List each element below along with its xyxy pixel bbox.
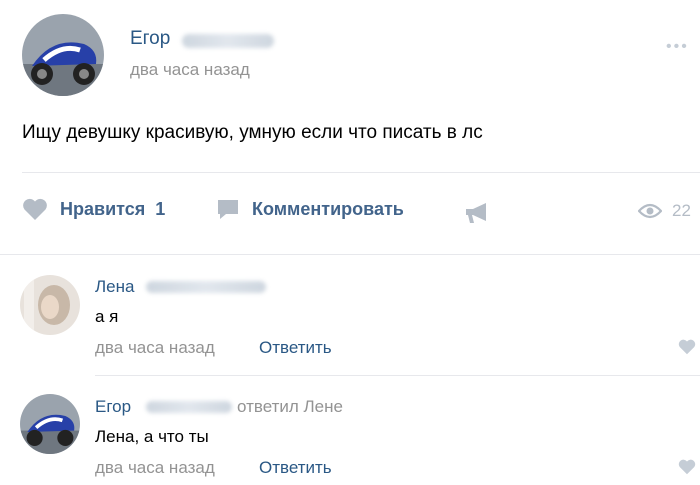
like-count: 1 <box>155 199 166 219</box>
comment-button[interactable]: Комментировать <box>216 198 404 221</box>
comment-label: Комментировать <box>252 199 404 219</box>
comment-text: а я <box>95 307 119 326</box>
blurred-surname <box>146 281 266 293</box>
more-dots-icon[interactable]: ••• <box>666 38 689 56</box>
comment-timestamp[interactable]: два часа назад <box>95 338 215 358</box>
divider <box>95 375 700 376</box>
wall-post: Егор два часа назад ••• Ищу девушку крас… <box>0 0 700 485</box>
heart-icon <box>23 198 47 220</box>
like-label: Нравится <box>60 199 146 219</box>
comment-text: Лена, а что ты <box>95 427 209 446</box>
comment-timestamp[interactable]: два часа назад <box>95 458 215 478</box>
comment-author-name[interactable]: Лена <box>95 277 134 297</box>
comment-author-avatar[interactable] <box>20 394 80 454</box>
like-button[interactable]: Нравится 1 <box>22 198 165 221</box>
replied-to-label[interactable]: ответил Лене <box>237 397 343 417</box>
eye-icon <box>638 203 662 219</box>
divider <box>0 254 700 255</box>
heart-icon[interactable] <box>678 459 696 475</box>
divider <box>22 172 700 173</box>
heart-icon[interactable] <box>678 339 696 355</box>
reply-link[interactable]: Ответить <box>259 458 332 478</box>
comment-author-name[interactable]: Егор <box>95 397 131 417</box>
blurred-surname <box>146 401 232 413</box>
megaphone-share-icon[interactable] <box>464 202 490 224</box>
post-text: Ищу девушку красивую, умную если что пис… <box>22 122 483 143</box>
comment-bubble-icon <box>218 200 238 219</box>
reply-link[interactable]: Ответить <box>259 338 332 358</box>
post-timestamp[interactable]: два часа назад <box>130 60 250 80</box>
post-author-name[interactable]: Егор <box>130 28 170 50</box>
views-count: 22 <box>672 201 691 220</box>
post-author-avatar[interactable] <box>22 14 104 96</box>
comment-author-avatar[interactable] <box>20 275 80 335</box>
views-counter: 22 <box>638 201 691 221</box>
blurred-surname <box>182 34 274 48</box>
